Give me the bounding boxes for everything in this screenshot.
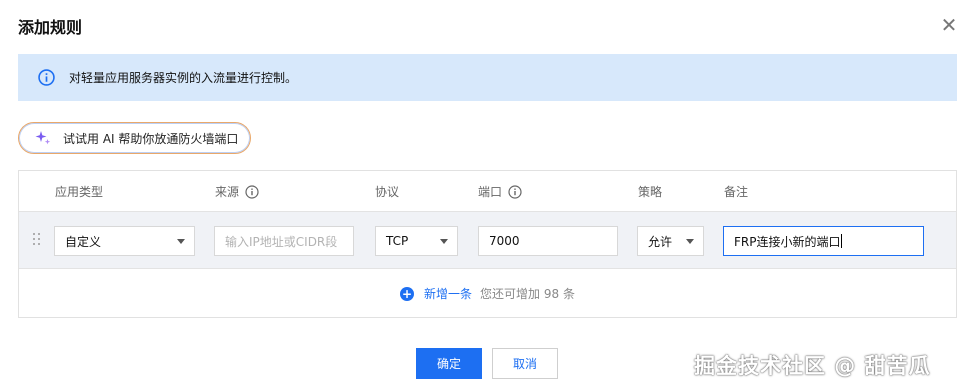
header-remark: 备注: [724, 185, 749, 199]
add-row: + 新增一条 您还可增加 98 条: [19, 270, 956, 317]
add-row-button[interactable]: 新增一条: [424, 285, 472, 302]
text-cursor: [841, 234, 843, 248]
dialog-title: 添加规则: [18, 18, 83, 37]
app-type-select[interactable]: 自定义: [54, 226, 195, 256]
table-row: 自定义 输入IP地址或CIDR段 TCP 7000 允许 FRP连接小新的端口: [19, 211, 956, 269]
chevron-down-icon: [686, 239, 694, 244]
ai-button-label: 试试用 AI 帮助你放通防火墙端口: [63, 131, 239, 146]
rules-table: 应用类型 来源 协议 端口 策略 备注 自定义 输入IP地址或CIDR段 TCP…: [18, 170, 957, 318]
source-placeholder: 输入IP地址或CIDR段: [225, 234, 338, 249]
add-icon[interactable]: +: [400, 286, 415, 301]
header-port-label: 端口: [478, 185, 503, 199]
protocol-select[interactable]: TCP: [375, 226, 458, 256]
header-port: 端口: [478, 183, 522, 200]
policy-value: 允许: [648, 234, 673, 249]
watermark: 掘金技术社区 @ 甜苦瓜: [694, 354, 931, 378]
info-icon: [38, 69, 55, 86]
remark-input[interactable]: FRP连接小新的端口: [723, 226, 924, 256]
close-icon[interactable]: ✕: [938, 14, 960, 36]
header-policy: 策略: [638, 185, 663, 199]
drag-handle-icon[interactable]: [33, 233, 41, 247]
port-value: 7000: [489, 234, 520, 248]
protocol-value: TCP: [386, 234, 409, 248]
header-protocol: 协议: [375, 185, 400, 199]
info-banner: 对轻量应用服务器实例的入流量进行控制。: [18, 54, 957, 101]
cancel-button[interactable]: 取消: [492, 348, 558, 379]
table-header: 应用类型 来源 协议 端口 策略 备注: [19, 171, 956, 211]
help-icon[interactable]: [245, 184, 259, 199]
chevron-down-icon: [440, 239, 448, 244]
sparkle-icon: [35, 131, 51, 145]
header-app-type: 应用类型: [55, 185, 104, 199]
add-row-hint: 您还可增加 98 条: [480, 287, 575, 301]
chevron-down-icon: [177, 239, 185, 244]
port-input[interactable]: 7000: [478, 226, 618, 256]
header-source: 来源: [215, 183, 259, 200]
remark-value: FRP连接小新的端口: [734, 234, 841, 249]
policy-select[interactable]: 允许: [637, 226, 704, 256]
source-input[interactable]: 输入IP地址或CIDR段: [214, 226, 354, 256]
confirm-button[interactable]: 确定: [416, 348, 482, 379]
header-source-label: 来源: [215, 185, 240, 199]
info-text: 对轻量应用服务器实例的入流量进行控制。: [69, 71, 298, 85]
ai-assist-button[interactable]: 试试用 AI 帮助你放通防火墙端口: [18, 122, 251, 154]
help-icon[interactable]: [508, 184, 522, 199]
app-type-value: 自定义: [65, 234, 102, 249]
